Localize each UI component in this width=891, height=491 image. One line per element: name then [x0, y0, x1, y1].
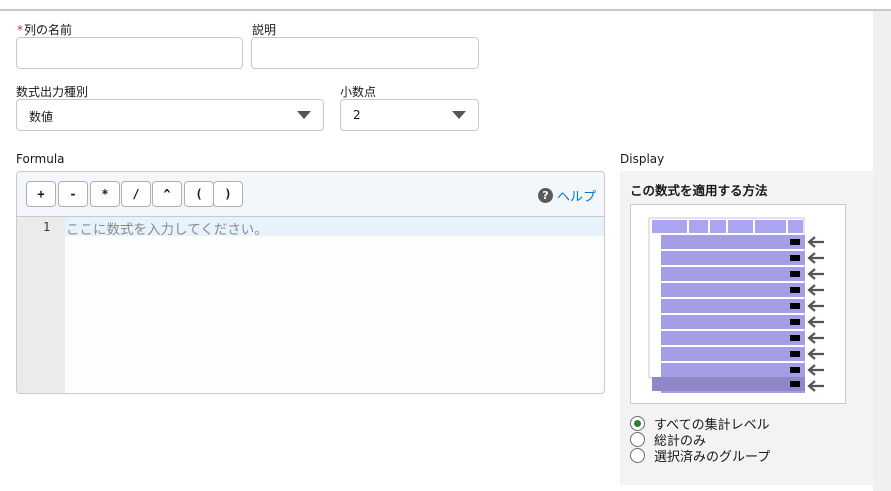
- chevron-down-icon: [297, 111, 311, 119]
- output-type-select[interactable]: 数値: [16, 99, 324, 131]
- top-divider: [0, 9, 891, 11]
- output-type-label: 数式出力種別: [16, 85, 89, 99]
- help-link[interactable]: ? ヘルプ: [537, 186, 596, 205]
- radio-unselected-icon: [630, 448, 645, 463]
- power-operator-button[interactable]: ^: [152, 181, 182, 207]
- chevron-down-icon: [452, 111, 466, 119]
- formula-editor: + - * / ^ ( ) ? ヘルプ 1 ここに数式を入力してください。: [16, 171, 605, 394]
- formula-toolbar: + - * / ^ ( ) ? ヘルプ: [17, 172, 604, 217]
- radio-selected-groups-label: 選択済みのグループ: [654, 450, 771, 465]
- decimals-value: 2: [353, 108, 361, 122]
- output-type-value: 数値: [29, 110, 54, 124]
- formula-placeholder[interactable]: ここに数式を入力してください。: [66, 218, 268, 238]
- open-paren-operator-button[interactable]: (: [184, 181, 214, 207]
- radio-unselected-icon: [630, 432, 645, 447]
- required-asterisk: *: [17, 23, 23, 37]
- question-circle-icon: ?: [537, 188, 553, 203]
- vertical-scrollbar[interactable]: [873, 11, 891, 491]
- display-panel: この数式を適用する方法 すべての集計レベル 総計のみ 選択済みのグループ: [620, 171, 873, 485]
- column-name-label-text: 列の名前: [24, 23, 73, 37]
- column-name-input[interactable]: [16, 37, 243, 69]
- display-label: Display: [620, 152, 665, 166]
- description-label: 説明: [252, 23, 277, 37]
- summary-levels-diagram-graphic: [648, 217, 824, 393]
- description-input[interactable]: [251, 37, 479, 69]
- column-name-label: *列の名前: [17, 21, 72, 38]
- minus-operator-button[interactable]: -: [58, 181, 88, 207]
- display-title: この数式を適用する方法: [630, 183, 768, 198]
- line-number-gutter: [17, 217, 65, 393]
- radio-selected-icon: [630, 416, 645, 431]
- radio-selected-groups[interactable]: 選択済みのグループ: [630, 446, 770, 465]
- decimals-label: 小数点: [340, 85, 377, 99]
- line-number: 1: [43, 220, 51, 234]
- close-paren-operator-button[interactable]: ): [213, 181, 243, 207]
- divide-operator-button[interactable]: /: [121, 181, 151, 207]
- formula-label: Formula: [16, 152, 65, 166]
- plus-operator-button[interactable]: +: [26, 181, 56, 207]
- summary-levels-diagram: [630, 204, 846, 404]
- decimals-select[interactable]: 2: [340, 99, 479, 131]
- help-link-label: ヘルプ: [556, 190, 596, 205]
- multiply-operator-button[interactable]: *: [90, 181, 120, 207]
